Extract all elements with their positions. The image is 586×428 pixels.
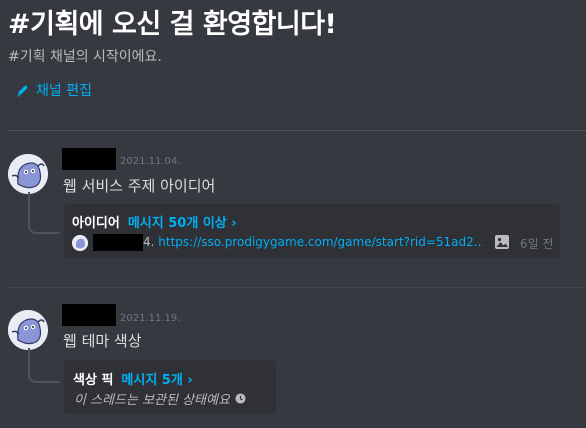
- thread-name: 아이디어: [72, 216, 120, 231]
- thread-spine: [28, 348, 60, 383]
- thread-message-count[interactable]: 메시지 50개 이상 ›: [128, 216, 237, 231]
- message-content: 웹 테마 색상: [63, 332, 142, 350]
- avatar-ghost-icon: [8, 310, 48, 350]
- thread-card[interactable]: 색상 픽 메시지 5개 › 이 스레드는 보관된 상태예요: [64, 360, 276, 414]
- thread-spine: [28, 192, 60, 234]
- avatar[interactable]: [8, 154, 48, 194]
- preview-text: 4. https://sso.prodigygame.com/game/star…: [143, 235, 483, 249]
- section-divider: [8, 130, 586, 131]
- preview-time: 6일 전: [520, 237, 554, 251]
- message-timestamp: 2021.11.19.: [120, 313, 181, 324]
- thread-preview: 4. https://sso.prodigygame.com/game/star…: [72, 234, 554, 252]
- thread-name: 색상 픽: [73, 373, 114, 388]
- message-1: 2021.11.04. 웹 서비스 주제 아이디어 아이디어 메시지 50개 이상…: [0, 148, 586, 263]
- archived-text: 이 스레드는 보관된 상태예요: [74, 393, 230, 408]
- channel-welcome-subtitle: #기획 채널의 시작이에요.: [8, 49, 162, 65]
- thread-card[interactable]: 아이디어 메시지 50개 이상 › 4. https://sso.prodigyg…: [64, 204, 560, 258]
- clock-icon: [235, 393, 246, 404]
- edit-channel-link[interactable]: 채널 편집: [16, 80, 92, 100]
- channel-welcome-title: #기획에 오신 걸 환영합니다!: [8, 9, 337, 40]
- avatar-ghost-icon: [8, 154, 48, 194]
- thread-archived-notice: 이 스레드는 보관된 상태예요: [74, 389, 246, 408]
- message-content: 웹 서비스 주제 아이디어: [63, 177, 216, 195]
- preview-author-redacted: [93, 234, 143, 251]
- date-divider: [8, 287, 586, 288]
- thread-message-count[interactable]: 메시지 5개 ›: [121, 373, 192, 388]
- preview-avatar: [72, 235, 88, 251]
- message-2: 2021.11.19. 웹 테마 색상 색상 픽 메시지 5개 › 이 스레드는 …: [0, 304, 586, 428]
- preview-link[interactable]: https://sso.prodigygame.com/game/start?r…: [158, 235, 483, 249]
- thread-header: 색상 픽 메시지 5개 ›: [73, 369, 193, 388]
- thread-header: 아이디어 메시지 50개 이상 ›: [72, 212, 237, 231]
- avatar[interactable]: [8, 310, 48, 350]
- image-icon: [495, 235, 509, 249]
- message-timestamp: 2021.11.04.: [120, 156, 181, 167]
- pencil-icon: [17, 84, 28, 96]
- edit-channel-label: 채널 편집: [36, 83, 92, 99]
- author-name-redacted[interactable]: [62, 304, 116, 326]
- author-name-redacted[interactable]: [62, 148, 116, 170]
